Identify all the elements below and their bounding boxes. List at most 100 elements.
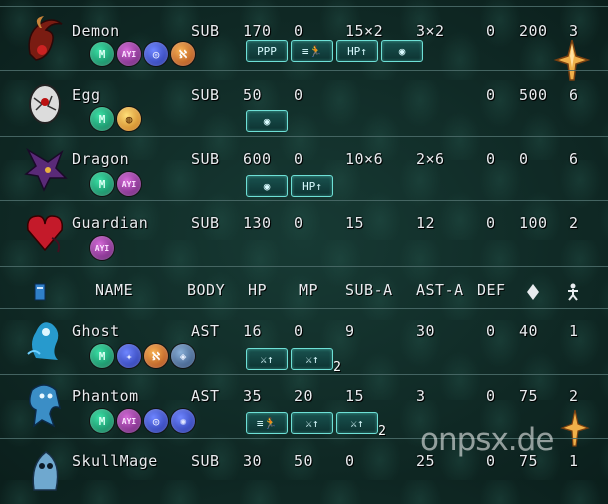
- skullmage-portrait-icon: [32, 451, 59, 491]
- orange-rune-icon: ℵ: [171, 42, 195, 66]
- row-divider: [0, 266, 608, 267]
- phantom-portrait-icon: [29, 384, 62, 428]
- skill-list: ⚔↑ ⚔↑ 2: [246, 348, 341, 375]
- body-type: SUB: [191, 86, 220, 104]
- header-sub-a[interactable]: SUB-A: [345, 281, 393, 299]
- badge-list: M AYI: [90, 172, 141, 196]
- move-value: 200: [519, 22, 548, 40]
- ayi-badge-icon: AYI: [90, 236, 114, 260]
- move-value: 40: [519, 322, 539, 340]
- run-icon[interactable]: ≡🏃: [246, 412, 288, 434]
- monster-name: Demon: [72, 22, 120, 40]
- def-value: 0: [486, 22, 496, 40]
- mp-value: 50: [294, 452, 314, 470]
- ayi-badge-icon: AYI: [117, 172, 141, 196]
- eye-icon[interactable]: ◉: [381, 40, 423, 62]
- hp-up-icon[interactable]: HP↑: [336, 40, 378, 62]
- def-value: 0: [486, 214, 496, 232]
- table-row[interactable]: Guardian SUB 130 0 15 12 0 100 2 AYI: [0, 204, 608, 268]
- hp-value: 30: [243, 452, 263, 470]
- def-value: 0: [486, 86, 496, 104]
- header-def[interactable]: DEF: [477, 281, 506, 299]
- hp-value: 50: [243, 86, 263, 104]
- blue-swirl-icon: ◎: [144, 409, 168, 433]
- dragon-portrait-icon: [24, 148, 68, 192]
- badge-list: M AYI ◎ ℵ: [90, 42, 195, 66]
- body-type: SUB: [191, 214, 220, 232]
- table-row[interactable]: Demon SUB 170 0 15×2 3×2 0 200 3 M AYI ◎…: [0, 10, 608, 74]
- hp-value: 130: [243, 214, 272, 232]
- def-value: 0: [486, 322, 496, 340]
- table-row[interactable]: Ghost AST 16 0 9 30 0 40 1 M ✦ ℵ ◈ ⚔↑ ⚔↑…: [0, 310, 608, 375]
- mp-value: 0: [294, 22, 304, 40]
- column-header: NAME BODY HP MP SUB-A AST-A DEF: [0, 281, 608, 305]
- book-icon: [34, 283, 46, 301]
- header-name[interactable]: NAME: [95, 281, 133, 299]
- sub-a-value: 15: [345, 214, 365, 232]
- body-type: SUB: [191, 452, 220, 470]
- run-icon[interactable]: ≡🏃: [291, 40, 333, 62]
- eye-icon[interactable]: ◉: [246, 175, 288, 197]
- body-type: SUB: [191, 22, 220, 40]
- row-divider: [0, 70, 608, 71]
- egg-portrait-icon: [29, 84, 61, 124]
- range-value: 6: [569, 150, 579, 168]
- monster-name: Phantom: [72, 387, 139, 405]
- triple-p-icon[interactable]: PPP: [246, 40, 288, 62]
- skill-level: 2: [333, 360, 341, 375]
- skill-list: ◉ HP↑: [246, 175, 333, 197]
- m-badge-icon: M: [90, 42, 114, 66]
- mp-value: 0: [294, 86, 304, 104]
- eye-icon[interactable]: ◉: [246, 110, 288, 132]
- header-hp[interactable]: HP: [248, 281, 267, 299]
- row-divider: [0, 374, 608, 375]
- sword-up-icon[interactable]: ⚔↑ 2: [336, 412, 386, 439]
- badge-list: M ✦ ℵ ◈: [90, 344, 195, 368]
- sub-a-value: 10×6: [345, 150, 384, 168]
- mp-value: 20: [294, 387, 314, 405]
- move-value: 0: [519, 150, 529, 168]
- shield-badge-icon: ◈: [171, 344, 195, 368]
- ast-a-value: 3: [416, 387, 426, 405]
- header-ast-a[interactable]: AST-A: [416, 281, 464, 299]
- range-value: 1: [569, 322, 579, 340]
- range-value: 1: [569, 452, 579, 470]
- monster-name: Dragon: [72, 150, 130, 168]
- monster-name: Ghost: [72, 322, 120, 340]
- monster-name: Egg: [72, 86, 101, 104]
- sub-a-value: 15×2: [345, 22, 384, 40]
- blue-swirl-icon: ◎: [144, 42, 168, 66]
- body-type: SUB: [191, 150, 220, 168]
- skill-list: PPP ≡🏃 HP↑ ◉: [246, 40, 423, 62]
- skill-glyph: ⚔↑: [350, 416, 364, 430]
- diamond-icon[interactable]: [527, 284, 539, 300]
- skill-level: 2: [378, 424, 386, 439]
- move-value: 500: [519, 86, 548, 104]
- table-row[interactable]: Egg SUB 50 0 0 500 6 M ◍ ◉: [0, 74, 608, 138]
- row-divider: [0, 200, 608, 201]
- demon-portrait-icon: [28, 16, 63, 61]
- mp-value: 0: [294, 322, 304, 340]
- egg-badge-icon: ◍: [117, 107, 141, 131]
- mp-value: 0: [294, 150, 304, 168]
- table-row[interactable]: Dragon SUB 600 0 10×6 2×6 0 0 6 M AYI ◉ …: [0, 140, 608, 204]
- badge-list: AYI: [90, 236, 114, 260]
- ayi-badge-icon: AYI: [117, 409, 141, 433]
- hp-value: 35: [243, 387, 263, 405]
- sword-up-icon[interactable]: ⚔↑: [291, 412, 333, 434]
- m-badge-icon: M: [90, 409, 114, 433]
- sword-up-icon[interactable]: ⚔↑ 2: [291, 348, 341, 375]
- skill-glyph: ⚔↑: [305, 352, 319, 366]
- monster-name: SkullMage: [72, 452, 158, 470]
- person-icon[interactable]: [566, 283, 580, 301]
- sword-up-icon[interactable]: ⚔↑: [246, 348, 288, 370]
- row-divider: [0, 308, 608, 309]
- sub-a-value: 0: [345, 452, 355, 470]
- ast-a-value: 2×6: [416, 150, 445, 168]
- header-mp[interactable]: MP: [299, 281, 318, 299]
- hp-up-icon[interactable]: HP↑: [291, 175, 333, 197]
- monster-name: Guardian: [72, 214, 149, 232]
- ast-a-value: 3×2: [416, 22, 445, 40]
- header-body[interactable]: BODY: [187, 281, 225, 299]
- ast-a-value: 12: [416, 214, 436, 232]
